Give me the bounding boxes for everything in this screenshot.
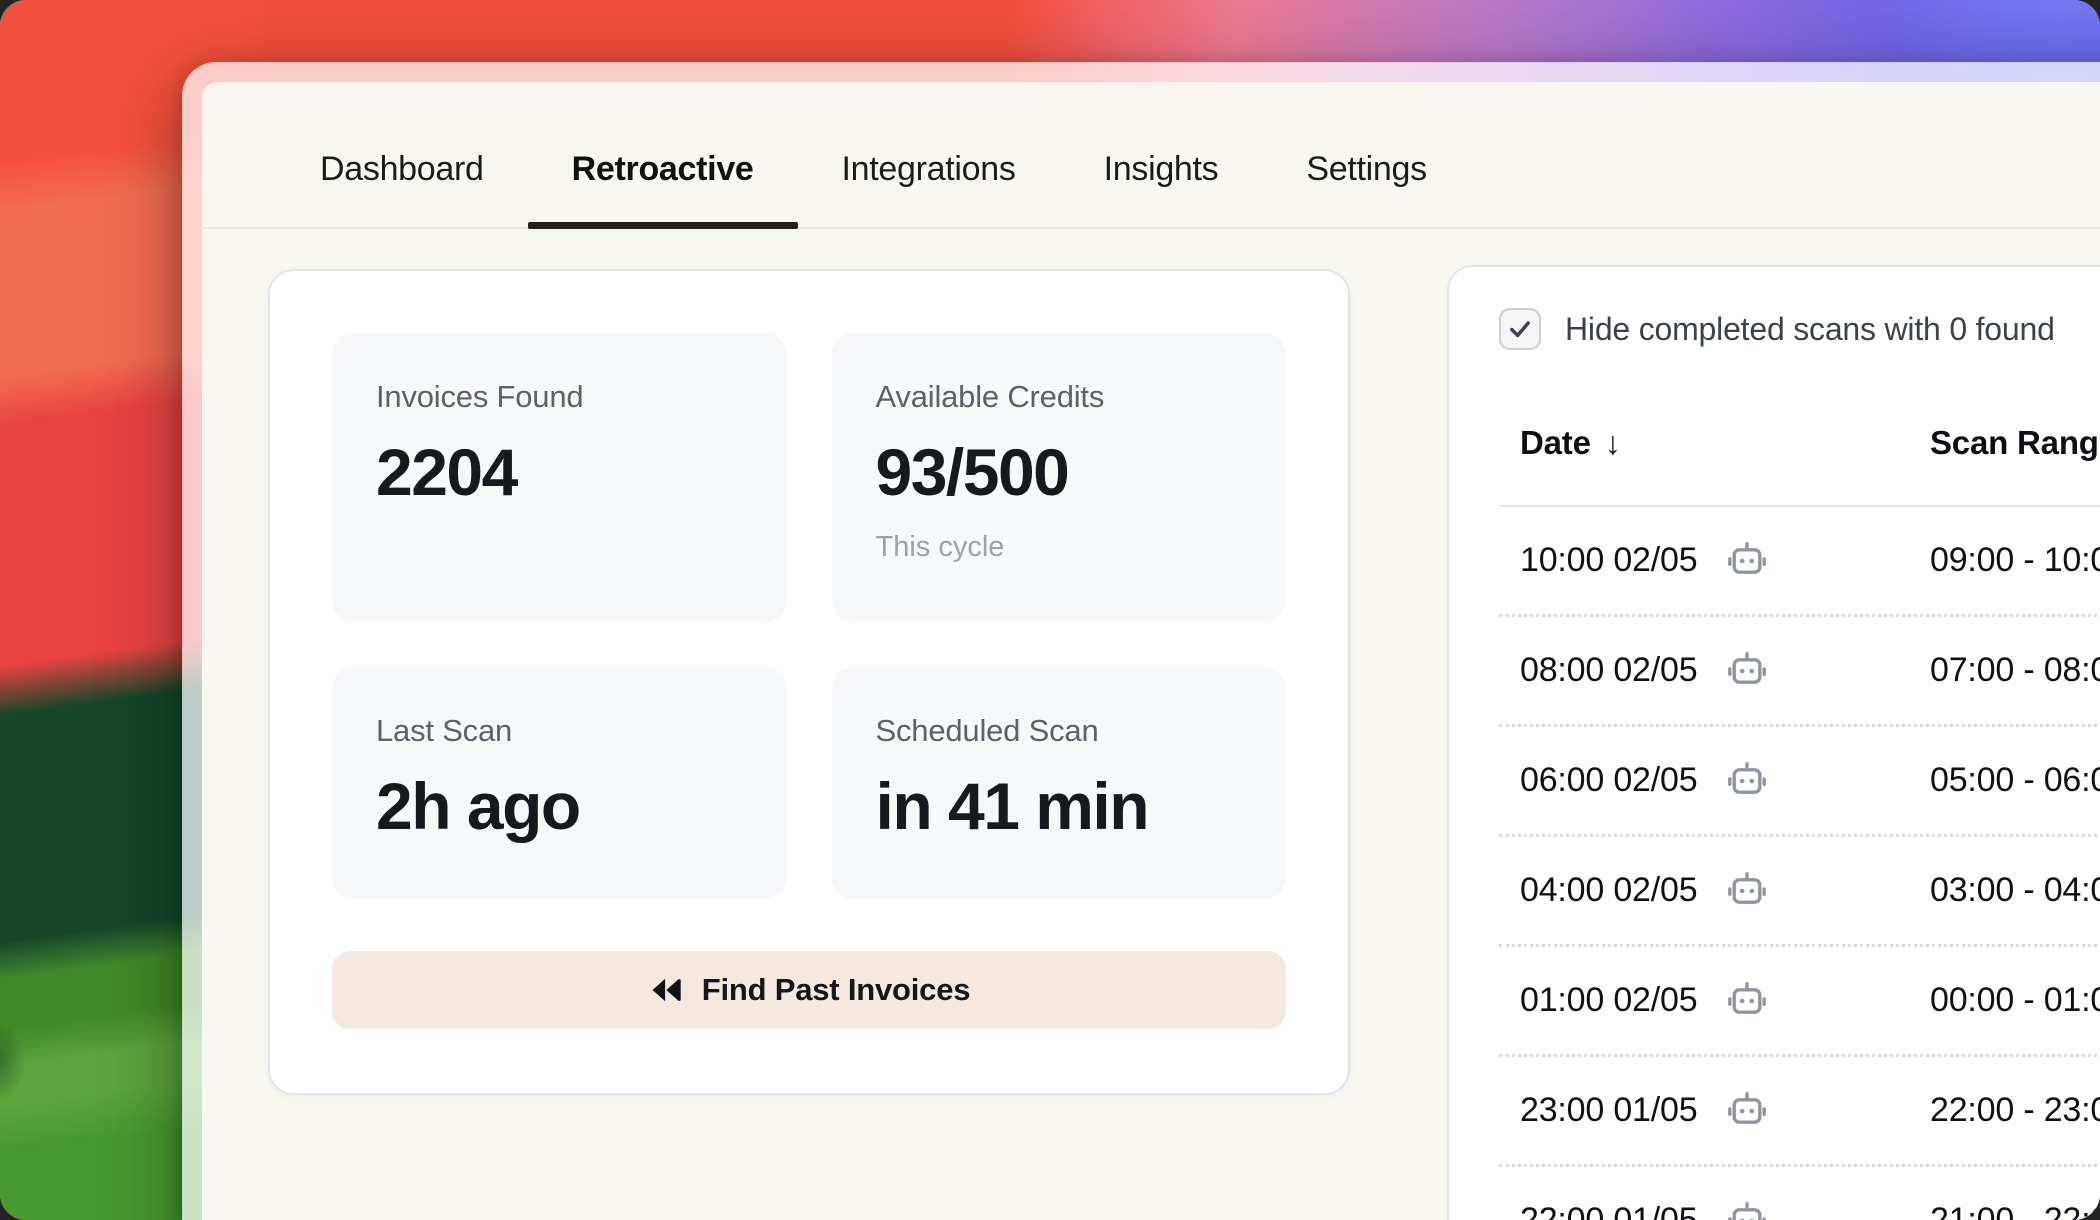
stat-value: 2h ago [376, 771, 743, 841]
stat-tile-invoices-found: Invoices Found 2204 [332, 333, 787, 622]
rewind-icon [648, 972, 684, 1008]
scan-range-cell: 05:00 - 06:00 [1930, 761, 2100, 800]
find-past-invoices-label: Find Past Invoices [702, 972, 971, 1008]
scan-date-text: 04:00 02/05 [1520, 871, 1697, 910]
app-window: DashboardRetroactiveIntegrationsInsights… [182, 62, 2100, 1220]
table-row[interactable]: 22:00 01/05 21:00 - 22:00 [1499, 1167, 2100, 1220]
scans-panel: Hide completed scans with 0 found Date ↓… [1447, 265, 2100, 1220]
table-row[interactable]: 08:00 02/05 07:00 - 08:00 [1499, 617, 2100, 727]
scan-range-cell: 09:00 - 10:00 [1930, 541, 2100, 580]
scan-rows: 10:00 02/05 09:00 - 10:00 08:00 02/05 [1499, 507, 2100, 1220]
scan-date-cell: 10:00 02/05 [1520, 537, 1930, 585]
stat-tile-available-credits: Available Credits 93/500 This cycle [832, 333, 1287, 622]
scan-date-text: 22:00 01/05 [1520, 1201, 1697, 1220]
tab-settings[interactable]: Settings [1262, 112, 1470, 227]
column-header-scan-range[interactable]: Scan Range [1930, 424, 2100, 462]
desktop-screen: DashboardRetroactiveIntegrationsInsights… [0, 0, 2100, 1220]
stat-tiles: Invoices Found 2204 Available Credits 93… [332, 333, 1286, 899]
tab-dashboard[interactable]: Dashboard [276, 112, 528, 227]
robot-icon [1723, 977, 1771, 1025]
find-past-invoices-button[interactable]: Find Past Invoices [332, 951, 1286, 1029]
stat-subtext: This cycle [876, 531, 1243, 564]
scan-range-cell: 07:00 - 08:00 [1930, 651, 2100, 690]
column-header-date-label: Date [1520, 424, 1591, 462]
table-row[interactable]: 10:00 02/05 09:00 - 10:00 [1499, 507, 2100, 617]
checkbox-checked-icon[interactable] [1499, 308, 1541, 350]
table-row[interactable]: 06:00 02/05 05:00 - 06:00 [1499, 727, 2100, 837]
table-row[interactable]: 01:00 02/05 00:00 - 01:00 [1499, 947, 2100, 1057]
tab-retroactive[interactable]: Retroactive [528, 112, 798, 227]
scan-date-cell: 04:00 02/05 [1520, 867, 1930, 915]
stat-label: Scheduled Scan [876, 713, 1243, 749]
stat-label: Available Credits [876, 379, 1243, 415]
scan-date-cell: 22:00 01/05 [1520, 1197, 1930, 1220]
robot-icon [1723, 1197, 1771, 1220]
robot-icon [1723, 647, 1771, 695]
scan-date-text: 08:00 02/05 [1520, 651, 1697, 690]
stat-value: 2204 [376, 437, 743, 507]
stat-label: Last Scan [376, 713, 743, 749]
tab-bar: DashboardRetroactiveIntegrationsInsights… [202, 82, 2100, 229]
scan-date-cell: 08:00 02/05 [1520, 647, 1930, 695]
scan-date-cell: 01:00 02/05 [1520, 977, 1930, 1025]
stat-tile-scheduled-scan: Scheduled Scan in 41 min [832, 667, 1287, 899]
table-header-row: Date ↓ Scan Range [1499, 424, 2100, 462]
scan-date-cell: 06:00 02/05 [1520, 757, 1930, 805]
robot-icon [1723, 757, 1771, 805]
table-row[interactable]: 23:00 01/05 22:00 - 23:00 [1499, 1057, 2100, 1167]
stats-card: Invoices Found 2204 Available Credits 93… [268, 269, 1350, 1095]
stat-label: Invoices Found [376, 379, 743, 415]
hide-completed-filter-label: Hide completed scans with 0 found [1565, 311, 2055, 348]
sort-desc-icon: ↓ [1605, 425, 1621, 462]
hide-completed-filter[interactable]: Hide completed scans with 0 found [1499, 308, 2055, 350]
robot-icon [1723, 537, 1771, 585]
scan-range-cell: 03:00 - 04:00 [1930, 871, 2100, 910]
table-row[interactable]: 04:00 02/05 03:00 - 04:00 [1499, 837, 2100, 947]
scan-date-cell: 23:00 01/05 [1520, 1087, 1930, 1135]
scan-date-text: 06:00 02/05 [1520, 761, 1697, 800]
robot-icon [1723, 1087, 1771, 1135]
scan-date-text: 23:00 01/05 [1520, 1091, 1697, 1130]
stat-value: in 41 min [876, 771, 1243, 841]
scan-date-text: 01:00 02/05 [1520, 981, 1697, 1020]
column-header-date[interactable]: Date ↓ [1520, 424, 1930, 462]
stat-tile-last-scan: Last Scan 2h ago [332, 667, 787, 899]
robot-icon [1723, 867, 1771, 915]
scan-date-text: 10:00 02/05 [1520, 541, 1697, 580]
tab-integrations[interactable]: Integrations [798, 112, 1060, 227]
scan-range-cell: 21:00 - 22:00 [1930, 1201, 2100, 1220]
scan-range-cell: 00:00 - 01:00 [1930, 981, 2100, 1020]
tab-insights[interactable]: Insights [1060, 112, 1263, 227]
window-content: Invoices Found 2204 Available Credits 93… [202, 229, 2100, 1220]
scan-range-cell: 22:00 - 23:00 [1930, 1091, 2100, 1130]
stat-value: 93/500 [876, 437, 1243, 507]
